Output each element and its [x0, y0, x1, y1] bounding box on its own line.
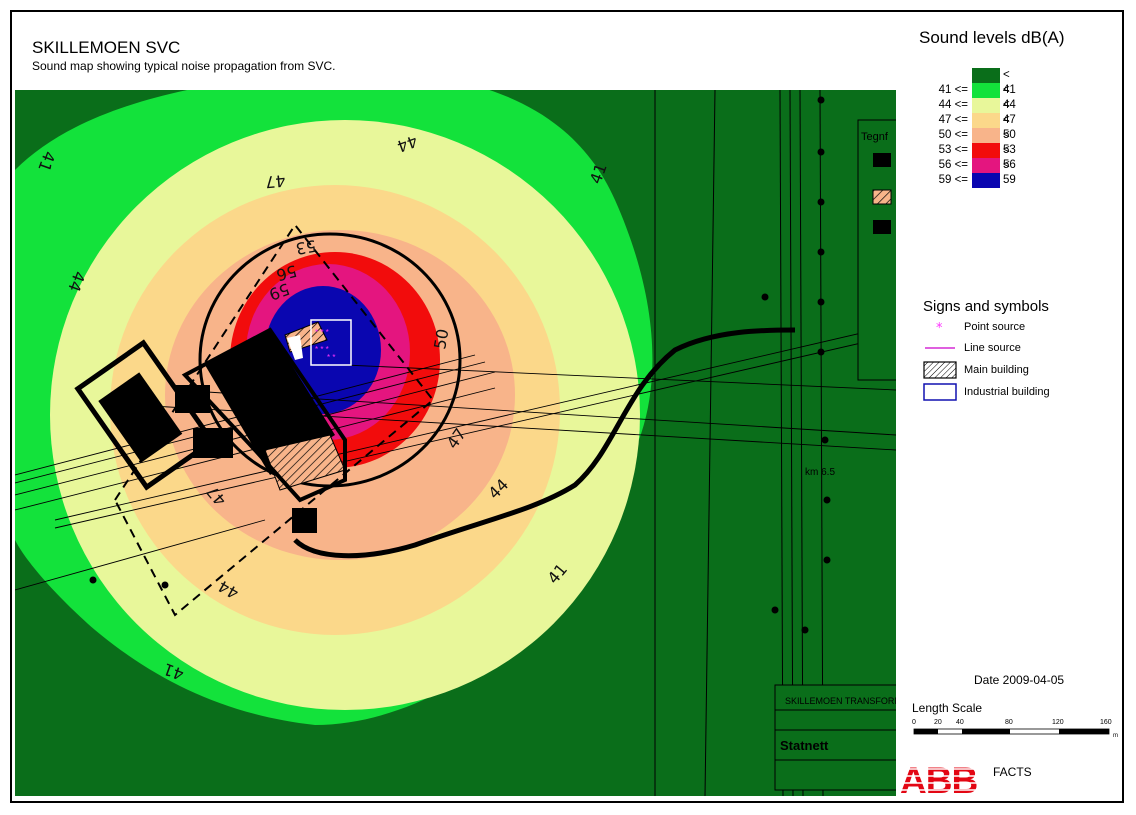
contour-label-47: 47: [264, 171, 286, 192]
legend-high-bound: < 59: [1003, 159, 1016, 186]
legend-swatch: [972, 173, 1000, 188]
legend-low-bound: 44 <=: [938, 99, 968, 111]
legend-swatch: [972, 128, 1000, 143]
legend-low-bound: 56 <=: [938, 159, 968, 171]
scale-tick-label: 160: [1100, 719, 1112, 726]
signs-title: Signs and symbols: [923, 298, 1049, 315]
statnett-text: Statnett: [780, 738, 829, 753]
contour-label-50: 50: [430, 327, 452, 350]
sign-label: Main building: [964, 364, 1029, 376]
drawing-legend-box: Tegnf: [857, 119, 896, 381]
legend-low-bound: 59 <=: [938, 174, 968, 186]
km-marker: km 6.5: [805, 467, 835, 478]
legend-low-bound: 53 <=: [938, 144, 968, 156]
svg-text:*: *: [936, 321, 943, 336]
contour-label-53: 53: [294, 236, 317, 258]
legend-swatch: [972, 158, 1000, 173]
drawing-title-block: SKILLEMOEN TRANSFORMATORS Statnett: [774, 684, 896, 791]
legend-low-bound: 47 <=: [938, 114, 968, 126]
scale-tick-label: 20: [934, 719, 942, 726]
legend-swatch: [972, 113, 1000, 128]
scale-tick-label: 40: [956, 719, 964, 726]
sign-label: Point source: [964, 321, 1026, 333]
svg-text:* * *: * * *: [315, 328, 329, 337]
sign-label: Industrial building: [964, 386, 1050, 398]
legend-swatch: [972, 83, 1000, 98]
sign-label: Line source: [964, 342, 1021, 354]
point-source-icon: *: [936, 321, 943, 336]
legend-low-bound: 41 <=: [938, 84, 968, 96]
facts-label: FACTS: [993, 765, 1032, 779]
abb-logo: ABB: [900, 760, 984, 796]
legend-low-bound: 50 <=: [938, 129, 968, 141]
scale-title: Length Scale: [912, 701, 983, 715]
legend-swatch: [972, 68, 1000, 83]
date-text: Date 2009-04-05: [974, 673, 1065, 687]
svg-text:* *: * *: [327, 353, 335, 362]
industrial-building-icon: [923, 383, 957, 401]
drawing-title-text: SKILLEMOEN TRANSFORMATORS: [785, 696, 896, 706]
page-title: SKILLEMOEN SVC: [32, 38, 181, 57]
length-scale-bar: 0 20 40 80 120 160 m: [912, 719, 1118, 739]
legend-swatch: [972, 143, 1000, 158]
line-source-icon: [925, 347, 955, 349]
sound-map: * * * * * * * * Tegnf SKILLEMOEN TRANSFO…: [15, 90, 896, 796]
scale-tick-label: 80: [1005, 719, 1013, 726]
scale-tick-label: 0: [912, 719, 916, 726]
scale-tick-label: 120: [1052, 719, 1064, 726]
tegnf-text: Tegnf: [861, 131, 889, 143]
main-building-icon: [923, 361, 957, 379]
scale-unit: m: [1113, 733, 1118, 739]
legend-swatch: [972, 98, 1000, 113]
page-subtitle: Sound map showing typical noise propagat…: [32, 59, 336, 73]
legend-title: Sound levels dB(A): [919, 28, 1065, 47]
